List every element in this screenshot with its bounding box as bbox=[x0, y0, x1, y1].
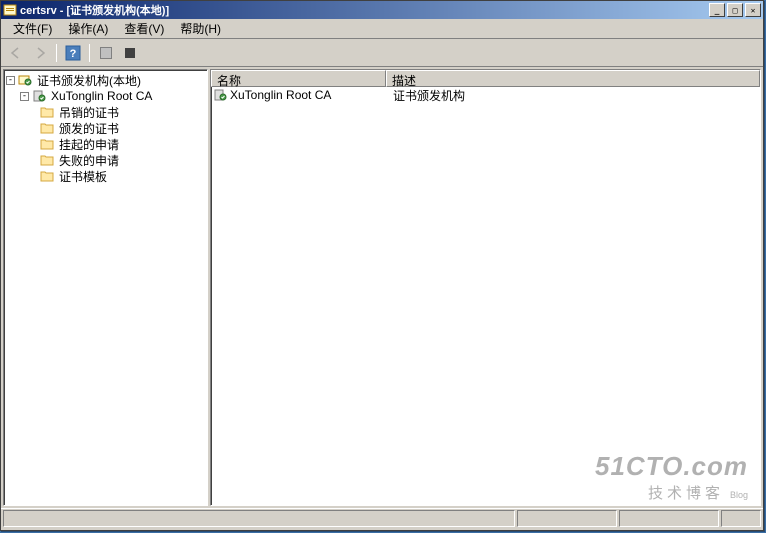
tree-ca[interactable]: - XuTonglin Root CA bbox=[6, 88, 205, 104]
collapse-icon[interactable]: - bbox=[20, 92, 29, 101]
menu-action[interactable]: 操作(A) bbox=[60, 18, 116, 39]
folder-icon bbox=[40, 153, 54, 167]
cert-authority-icon bbox=[18, 73, 32, 87]
tree-item-label: 证书模板 bbox=[57, 168, 109, 185]
tree-root-label: 证书颁发机构(本地) bbox=[35, 72, 143, 89]
tree-item-revoked[interactable]: 吊销的证书 bbox=[6, 104, 205, 120]
menubar: 文件(F) 操作(A) 查看(V) 帮助(H) bbox=[1, 19, 763, 39]
svg-text:?: ? bbox=[70, 48, 77, 60]
tree-item-label: 吊销的证书 bbox=[57, 104, 121, 121]
column-name[interactable]: 名称 bbox=[211, 70, 386, 87]
tree-root[interactable]: - 证书颁发机构(本地) bbox=[6, 72, 205, 88]
window-title: certsrv - [证书颁发机构(本地)] bbox=[20, 2, 707, 18]
list-cell-name-text: XuTonglin Root CA bbox=[230, 88, 331, 102]
refresh-button[interactable] bbox=[119, 42, 141, 64]
list-cell-desc: 证书颁发机构 bbox=[388, 87, 760, 104]
menu-help[interactable]: 帮助(H) bbox=[172, 18, 229, 39]
toolbar-separator bbox=[89, 44, 90, 62]
status-pane-3 bbox=[619, 510, 719, 527]
status-pane-main bbox=[3, 510, 515, 527]
collapse-icon[interactable]: - bbox=[6, 76, 15, 85]
list-cell-name: XuTonglin Root CA bbox=[213, 88, 388, 102]
export-list-button[interactable] bbox=[95, 42, 117, 64]
forward-button[interactable] bbox=[29, 42, 51, 64]
app-icon bbox=[3, 3, 17, 17]
content-area: - 证书颁发机构(本地) - XuTonglin Root CA bbox=[1, 67, 763, 508]
tree-ca-label: XuTonglin Root CA bbox=[49, 89, 154, 103]
toolbar: ? bbox=[1, 39, 763, 67]
back-button[interactable] bbox=[5, 42, 27, 64]
tree-item-pending[interactable]: 挂起的申请 bbox=[6, 136, 205, 152]
folder-icon bbox=[40, 169, 54, 183]
status-pane-2 bbox=[517, 510, 617, 527]
folder-icon bbox=[40, 137, 54, 151]
window-controls: _ □ ✕ bbox=[707, 3, 761, 17]
tree-item-label: 颁发的证书 bbox=[57, 120, 121, 137]
ca-server-icon bbox=[32, 89, 46, 103]
toolbar-separator bbox=[56, 44, 57, 62]
statusbar bbox=[1, 508, 763, 528]
close-button[interactable]: ✕ bbox=[745, 3, 761, 17]
tree-item-label: 失败的申请 bbox=[57, 152, 121, 169]
list-row[interactable]: XuTonglin Root CA 证书颁发机构 bbox=[211, 87, 760, 103]
ca-server-icon bbox=[213, 88, 227, 102]
minimize-button[interactable]: _ bbox=[709, 3, 725, 17]
column-desc[interactable]: 描述 bbox=[386, 70, 760, 87]
tree: - 证书颁发机构(本地) - XuTonglin Root CA bbox=[4, 70, 207, 186]
tree-item-failed[interactable]: 失败的申请 bbox=[6, 152, 205, 168]
folder-icon bbox=[40, 121, 54, 135]
folder-icon bbox=[40, 105, 54, 119]
menu-file[interactable]: 文件(F) bbox=[5, 18, 60, 39]
app-window: certsrv - [证书颁发机构(本地)] _ □ ✕ 文件(F) 操作(A)… bbox=[0, 0, 764, 531]
menu-view[interactable]: 查看(V) bbox=[116, 18, 172, 39]
tree-item-label: 挂起的申请 bbox=[57, 136, 121, 153]
tree-item-templates[interactable]: 证书模板 bbox=[6, 168, 205, 184]
tree-panel[interactable]: - 证书颁发机构(本地) - XuTonglin Root CA bbox=[3, 69, 208, 506]
tree-item-issued[interactable]: 颁发的证书 bbox=[6, 120, 205, 136]
maximize-button[interactable]: □ bbox=[727, 3, 743, 17]
help-button[interactable]: ? bbox=[62, 42, 84, 64]
list-header: 名称 描述 bbox=[211, 70, 760, 87]
status-pane-4 bbox=[721, 510, 761, 527]
titlebar[interactable]: certsrv - [证书颁发机构(本地)] _ □ ✕ bbox=[1, 1, 763, 19]
list-panel[interactable]: 名称 描述 XuTonglin Root CA 证书颁发机构 bbox=[210, 69, 761, 506]
